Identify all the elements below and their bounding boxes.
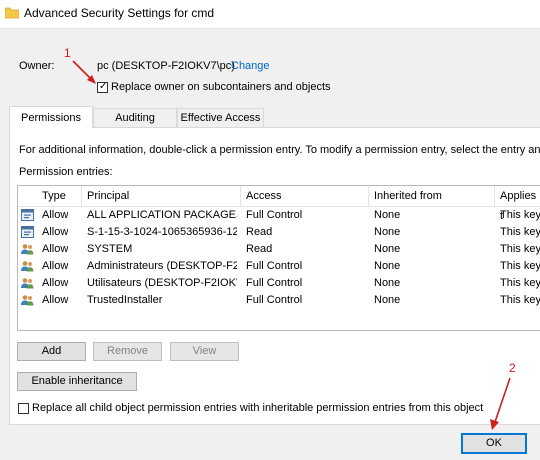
enable-inheritance-button[interactable]: Enable inheritance [17, 372, 137, 391]
column-header-inherited-from[interactable]: Inherited from [374, 186, 442, 206]
table-row[interactable]: Allow ALL APPLICATION PACKAGES Full Cont… [18, 207, 540, 224]
row-type: Allow [42, 294, 69, 306]
row-inherited-from: None [374, 226, 401, 238]
row-applies-to: This key [500, 226, 540, 238]
info-text: For additional information, double-click… [19, 144, 540, 156]
column-divider[interactable] [240, 186, 241, 206]
user-group-icon [21, 244, 34, 255]
row-applies-to: This key [500, 277, 540, 289]
app-packages-icon [21, 226, 34, 238]
row-access: Read [246, 226, 273, 238]
replace-child-permissions-label: Replace all child object permission entr… [32, 402, 484, 414]
row-principal: ALL APPLICATION PACKAGES [87, 209, 237, 221]
checkmark-icon: ✓ [99, 81, 108, 92]
row-applies-to: This key [500, 243, 540, 255]
row-principal: Administrateurs (DESKTOP-F2... [87, 260, 237, 272]
app-packages-icon [21, 209, 34, 221]
column-divider[interactable] [81, 186, 82, 206]
row-inherited-from: None [374, 209, 401, 221]
add-button[interactable]: Add [17, 342, 86, 361]
row-principal: Utilisateurs (DESKTOP-F2IOKV... [87, 277, 237, 289]
row-principal: TrustedInstaller [87, 294, 163, 306]
row-access: Full Control [246, 209, 303, 221]
owner-value: pc (DESKTOP-F2IOKV7\pc) [97, 60, 235, 72]
row-type: Allow [42, 277, 69, 289]
replace-owner-label: Replace owner on subcontainers and objec… [111, 81, 331, 93]
column-header-access[interactable]: Access [246, 186, 281, 206]
row-applies-to: This key [500, 209, 540, 221]
tab-permissions[interactable]: Permissions [9, 106, 93, 128]
view-button[interactable]: View [170, 342, 239, 361]
row-inherited-from: None [374, 243, 401, 255]
permission-entries-label: Permission entries: [19, 166, 113, 178]
user-group-icon [21, 278, 34, 289]
tab-effective-access[interactable]: Effective Access [177, 108, 264, 127]
row-inherited-from: None [374, 294, 401, 306]
row-access: Read [246, 243, 273, 255]
row-type: Allow [42, 209, 69, 221]
table-row[interactable]: Allow S-1-15-3-1024-1065365936-12... Rea… [18, 224, 540, 241]
row-type: Allow [42, 243, 69, 255]
row-access: Full Control [246, 260, 303, 272]
annotation-arrow-1-icon [72, 60, 96, 84]
ok-button[interactable]: OK [461, 433, 527, 454]
change-owner-link[interactable]: Change [231, 60, 270, 72]
dialog-footer [0, 426, 540, 460]
table-row[interactable]: Allow Utilisateurs (DESKTOP-F2IOKV... Fu… [18, 275, 540, 292]
window-title: Advanced Security Settings for cmd [24, 6, 215, 20]
permission-entries-table[interactable]: Type Principal Access Inherited from App… [17, 185, 540, 331]
table-row[interactable]: Allow TrustedInstaller Full Control None… [18, 292, 540, 309]
title-bar: Advanced Security Settings for cmd [0, 0, 540, 29]
row-principal: SYSTEM [87, 243, 133, 255]
column-divider[interactable] [494, 186, 495, 206]
replace-child-permissions-checkbox[interactable] [18, 403, 29, 414]
owner-label: Owner: [19, 60, 55, 72]
row-inherited-from: None [374, 277, 401, 289]
row-inherited-from: None [374, 260, 401, 272]
user-group-icon [21, 261, 34, 272]
column-header-applies-to[interactable]: Applies t [500, 186, 540, 222]
row-type: Allow [42, 226, 69, 238]
row-applies-to: This key [500, 294, 540, 306]
row-access: Full Control [246, 277, 303, 289]
column-header-type[interactable]: Type [42, 186, 66, 206]
remove-button[interactable]: Remove [93, 342, 162, 361]
column-divider[interactable] [368, 186, 369, 206]
table-row[interactable]: Allow Administrateurs (DESKTOP-F2... Ful… [18, 258, 540, 275]
annotation-arrow-2-icon [490, 377, 511, 430]
column-header-principal[interactable]: Principal [87, 186, 129, 206]
row-type: Allow [42, 260, 69, 272]
row-principal: S-1-15-3-1024-1065365936-12... [87, 226, 237, 238]
row-applies-to: This key [500, 260, 540, 272]
table-header: Type Principal Access Inherited from App… [18, 186, 540, 222]
row-access: Full Control [246, 294, 303, 306]
annotation-number-2: 2 [509, 361, 516, 375]
table-row[interactable]: Allow SYSTEM Read None This key [18, 241, 540, 258]
user-group-icon [21, 295, 34, 306]
tab-auditing[interactable]: Auditing [93, 108, 177, 127]
folder-icon [5, 7, 19, 19]
